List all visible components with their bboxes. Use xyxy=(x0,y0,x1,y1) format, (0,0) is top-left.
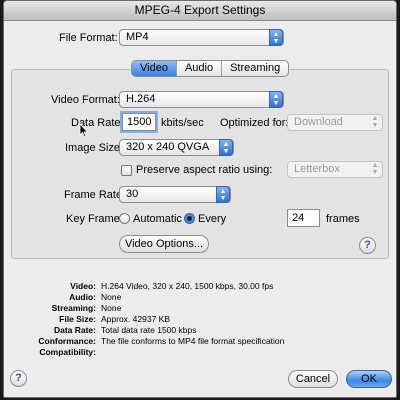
video-options-button[interactable]: Video Options... xyxy=(119,235,209,253)
popup-arrows-icon: ▲ ▼ xyxy=(216,186,230,203)
frame-rate-label: Frame Rate: xyxy=(64,189,126,201)
optimized-for-label: Optimized for: xyxy=(220,117,289,129)
key-frame-automatic-label: Automatic xyxy=(133,213,182,225)
frame-rate-popup[interactable]: 30 ▲ ▼ xyxy=(119,186,231,203)
optimized-for-popup[interactable]: Download ▲ ▼ xyxy=(287,114,383,131)
summary-conformance-value: The file conforms to MP4 file format spe… xyxy=(101,336,285,346)
popup-arrows-icon: ▲ ▼ xyxy=(269,91,283,108)
summary-conformance-key: Conformance: xyxy=(38,336,96,346)
aspect-mode-value: Letterbox xyxy=(294,163,340,175)
key-frame-label: Key Frame: xyxy=(66,213,123,225)
image-size-popup[interactable]: 320 x 240 QVGA ▲ ▼ xyxy=(119,139,234,156)
preserve-aspect-label: Preserve aspect ratio using: xyxy=(136,164,273,176)
mouse-cursor-icon xyxy=(79,123,89,138)
export-settings-window: MPEG-4 Export Settings File Format: MP4 … xyxy=(3,0,397,398)
key-frame-every-radio[interactable] xyxy=(184,213,195,224)
summary-audio-key: Audio: xyxy=(69,292,96,302)
data-rate-input[interactable]: 1500 xyxy=(122,113,156,131)
summary-file-size-value: Approx. 42937 KB xyxy=(101,314,170,324)
popup-arrows-icon: ▲ ▼ xyxy=(371,115,379,129)
tab-audio[interactable]: Audio xyxy=(177,61,223,76)
key-frame-automatic-radio[interactable] xyxy=(119,213,130,224)
tab-bar: Video Audio Streaming xyxy=(131,60,290,77)
help-button[interactable]: ? xyxy=(10,370,27,387)
popup-arrows-icon: ▲ ▼ xyxy=(269,29,283,46)
aspect-mode-popup[interactable]: Letterbox ▲ ▼ xyxy=(287,161,383,178)
preserve-aspect-checkbox[interactable] xyxy=(121,165,132,176)
summary-data-rate-key: Data Rate: xyxy=(53,325,96,335)
key-frame-every-label: Every xyxy=(198,213,227,225)
summary-streaming-key: Streaming: xyxy=(51,303,96,313)
cancel-button[interactable]: Cancel xyxy=(288,370,338,388)
summary-compatibility-key: Compatibility: xyxy=(39,347,96,357)
video-format-label: Video Format: xyxy=(51,94,120,106)
file-format-value: MP4 xyxy=(126,31,149,43)
panel-help-button[interactable]: ? xyxy=(359,237,376,254)
file-format-popup[interactable]: MP4 ▲ ▼ xyxy=(119,29,284,46)
tab-streaming[interactable]: Streaming xyxy=(222,61,288,76)
tab-video[interactable]: Video xyxy=(132,61,177,76)
data-rate-unit: kbits/sec xyxy=(161,117,204,129)
popup-arrows-icon: ▲ ▼ xyxy=(219,139,233,156)
video-format-value: H.264 xyxy=(126,93,156,105)
summary-video-value: H.264 Video, 320 x 240, 1500 kbps, 30.00… xyxy=(101,281,274,291)
summary-data-rate-value: Total data rate 1500 kbps xyxy=(101,325,197,335)
image-size-label: Image Size: xyxy=(65,142,124,154)
window-title: MPEG-4 Export Settings xyxy=(4,1,396,21)
key-frame-interval-input[interactable]: 24 xyxy=(287,209,320,227)
image-size-value: 320 x 240 QVGA xyxy=(126,141,210,153)
optimized-for-value: Download xyxy=(294,116,343,128)
summary-audio-value: None xyxy=(101,292,122,302)
video-format-popup[interactable]: H.264 ▲ ▼ xyxy=(119,91,284,108)
ok-button[interactable]: OK xyxy=(346,370,392,388)
summary-streaming-value: None xyxy=(101,303,122,313)
file-format-label: File Format: xyxy=(59,32,118,44)
popup-arrows-icon: ▲ ▼ xyxy=(371,162,379,176)
key-frame-unit: frames xyxy=(326,213,360,225)
summary-video-key: Video: xyxy=(70,281,96,291)
frame-rate-value: 30 xyxy=(126,188,139,200)
summary-file-size-key: File Size: xyxy=(59,314,96,324)
